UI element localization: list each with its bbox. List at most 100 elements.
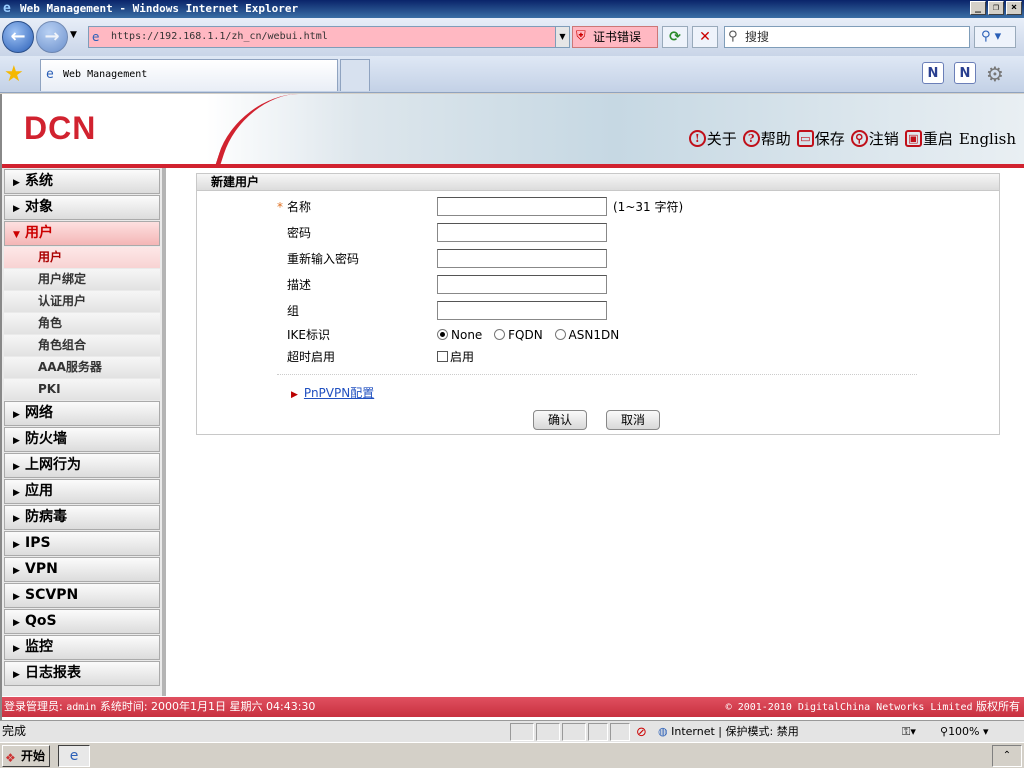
nav-scvpn[interactable]: ▶ SCVPN: [4, 583, 160, 608]
nav-firewall[interactable]: ▶ 防火墙: [4, 427, 160, 452]
restore-button[interactable]: ❐: [988, 1, 1004, 15]
logout-link[interactable]: ⚲ 注销: [850, 128, 899, 149]
forward-button[interactable]: →: [36, 21, 68, 53]
minimize-button[interactable]: _: [970, 1, 986, 15]
nav-sub-binding[interactable]: 用户绑定: [4, 269, 160, 290]
nav-sub-user[interactable]: 用户: [4, 247, 160, 268]
ike-asn1dn-radio[interactable]: [554, 329, 566, 340]
chevron-right-icon: ▶: [13, 436, 20, 446]
cancel-button[interactable]: 取消: [606, 410, 660, 430]
nav-log-report[interactable]: ▶ 日志报表: [4, 661, 160, 686]
nav-user[interactable]: ▼ 用户: [4, 221, 160, 246]
chevron-right-icon: ▶: [13, 462, 20, 472]
search-input[interactable]: ⚲ 搜搜: [724, 26, 970, 48]
status-bar: 完成 ⊘ ◍ Internet | 保护模式: 禁用 ⚿▾ ⚲100% ▾: [0, 720, 1024, 742]
nav-application[interactable]: ▶ 应用: [4, 479, 160, 504]
onenote-send-icon[interactable]: N: [922, 62, 944, 84]
stop-button[interactable]: ✕: [692, 26, 718, 48]
nav-online-behavior[interactable]: ▶ 上网行为: [4, 453, 160, 478]
ike-label: IKE标识: [287, 328, 330, 342]
save-link[interactable]: ▭ 保存: [796, 128, 845, 149]
nav-qos[interactable]: ▶ QoS: [4, 609, 160, 634]
copyright-text: © 2001-2010 DigitalChina Networks Limite…: [725, 702, 973, 713]
group-label: 组: [287, 304, 300, 318]
nav-network[interactable]: ▶ 网络: [4, 401, 160, 426]
header-banner: DCN ! 关于 ? 帮助 ▭ 保存 ⚲ 注销 ▣ 重启 English: [2, 94, 1024, 164]
window-title: Web Management - Windows Internet Explor…: [20, 2, 299, 15]
back-button[interactable]: ←: [2, 21, 34, 53]
english-link[interactable]: English: [959, 128, 1016, 149]
zoom-control[interactable]: ⚲100% ▾: [940, 721, 989, 742]
group-input[interactable]: [437, 301, 607, 320]
chevron-right-icon: ▶: [13, 178, 20, 188]
password-input[interactable]: [437, 223, 607, 242]
new-tab-button[interactable]: [340, 59, 370, 91]
network-icon[interactable]: ⚿▾: [902, 721, 916, 742]
description-row: 描述: [287, 274, 907, 296]
pnpvpn-config-link[interactable]: ▶ PnPVPN配置: [291, 384, 374, 401]
header-links: ! 关于 ? 帮助 ▭ 保存 ⚲ 注销 ▣ 重启 English: [688, 128, 1016, 149]
description-input[interactable]: [437, 275, 607, 294]
nav-sub-aaa[interactable]: AAA服务器: [4, 357, 160, 378]
chevron-right-icon: ▶: [13, 540, 20, 550]
timeout-enable-checkbox[interactable]: [437, 351, 448, 362]
taskbar-ie-icon[interactable]: e: [58, 745, 90, 767]
tab-web-management[interactable]: e Web Management: [40, 59, 338, 91]
name-input[interactable]: [437, 197, 607, 216]
ike-fqdn-radio[interactable]: [494, 329, 506, 340]
nav-object[interactable]: ▶ 对象: [4, 195, 160, 220]
status-seg: [510, 723, 534, 741]
url-text: https://192.168.1.1/zh_cn/webui.html: [111, 31, 328, 42]
dcn-logo: DCN: [24, 110, 97, 146]
status-text: 完成: [2, 724, 27, 738]
page-icon: e: [92, 30, 100, 44]
password-confirm-input[interactable]: [437, 249, 607, 268]
login-admin-name: admin: [66, 702, 97, 713]
nav-sub-auth-user[interactable]: 认证用户: [4, 291, 160, 312]
refresh-button[interactable]: ⟳: [662, 26, 688, 48]
favorites-star-icon[interactable]: ★: [4, 62, 24, 87]
status-seg: [588, 723, 608, 741]
windows-taskbar: ❖ 开始 e ⌃: [0, 742, 1024, 768]
address-dropdown-icon[interactable]: ▼: [555, 27, 569, 47]
nav-sub-pki[interactable]: PKI: [4, 379, 160, 400]
new-user-panel: 新建用户 * 名称 (1~31 字符) 密码 重新输入密码 描述 组 IKE标识…: [196, 173, 1000, 435]
ike-row: IKE标识 None FQDN ASN1DN: [287, 324, 907, 346]
nav-sub-role[interactable]: 角色: [4, 313, 160, 334]
name-label: 名称: [287, 200, 312, 214]
onenote-icon[interactable]: N: [954, 62, 976, 84]
address-bar[interactable]: e https://192.168.1.1/zh_cn/webui.html ▼: [88, 26, 570, 48]
chevron-right-icon: ▶: [13, 514, 20, 524]
nav-vpn[interactable]: ▶ VPN: [4, 557, 160, 582]
certificate-error-button[interactable]: ⛨ 证书错误: [572, 26, 658, 48]
ie-icon: e: [3, 1, 11, 16]
tab-row: ★ e Web Management N N ⚙: [0, 56, 1024, 93]
name-hint: (1~31 字符): [613, 200, 684, 214]
group-row: 组: [287, 300, 907, 322]
ike-none-radio[interactable]: [437, 329, 448, 340]
blocked-content-icon[interactable]: ⊘: [636, 722, 647, 743]
nav-antivirus[interactable]: ▶ 防病毒: [4, 505, 160, 530]
nav-ips[interactable]: ▶ IPS: [4, 531, 160, 556]
about-link[interactable]: ! 关于: [688, 128, 737, 149]
start-button[interactable]: ❖ 开始: [2, 745, 50, 767]
search-button[interactable]: ⚲ ▾: [974, 26, 1016, 48]
triangle-right-icon: ▶: [291, 390, 298, 400]
tools-gear-icon[interactable]: ⚙: [986, 62, 1004, 86]
chevron-right-icon: ▶: [13, 670, 20, 680]
nav-sub-role-group[interactable]: 角色组合: [4, 335, 160, 356]
about-icon: !: [688, 130, 706, 147]
reboot-link[interactable]: ▣ 重启: [904, 128, 953, 149]
nav-monitor[interactable]: ▶ 监控: [4, 635, 160, 660]
help-link[interactable]: ? 帮助: [742, 128, 791, 149]
window-title-bar: e Web Management - Windows Internet Expl…: [0, 0, 1024, 18]
chevron-right-icon: ▶: [13, 644, 20, 654]
history-dropdown-icon[interactable]: ▼: [70, 30, 77, 40]
system-time-label: 系统时间:: [99, 700, 148, 713]
close-button[interactable]: ×: [1006, 1, 1022, 15]
chevron-right-icon: ▶: [13, 204, 20, 214]
reboot-icon: ▣: [904, 130, 922, 147]
ok-button[interactable]: 确认: [533, 410, 587, 430]
nav-system[interactable]: ▶ 系统: [4, 169, 160, 194]
tray-expand-icon[interactable]: ⌃: [992, 745, 1022, 767]
